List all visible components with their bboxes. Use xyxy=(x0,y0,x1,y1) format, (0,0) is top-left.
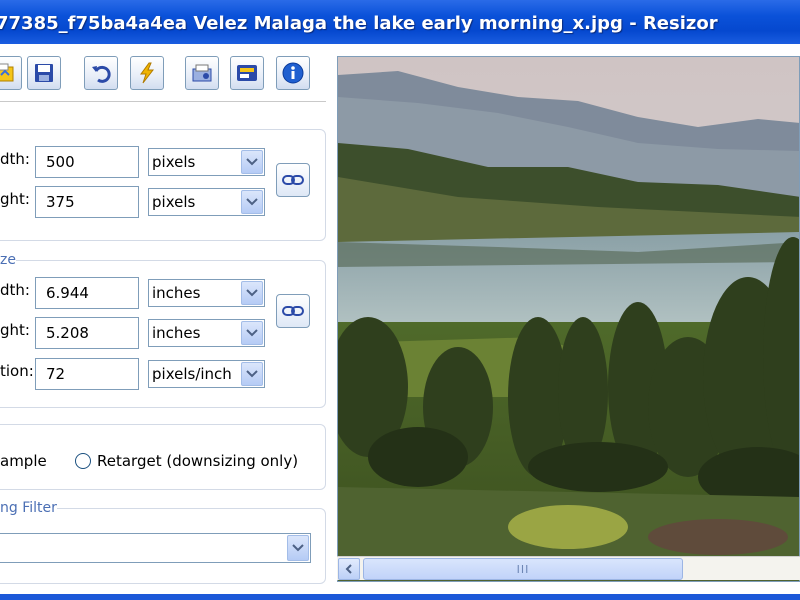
client-area: dth: 500 pixels ght: 375 pixels ze dth: … xyxy=(0,44,800,594)
doc-width-label: dth: xyxy=(0,281,30,299)
chevron-down-icon[interactable] xyxy=(241,281,263,305)
window-bottom-border xyxy=(0,594,800,600)
retarget-option-label[interactable]: Retarget (downsizing only) xyxy=(97,452,298,470)
settings-icon xyxy=(237,65,257,81)
save-icon xyxy=(35,64,53,82)
left-panel: dth: 500 pixels ght: 375 pixels ze dth: … xyxy=(0,44,335,594)
chevron-down-icon[interactable] xyxy=(241,362,263,386)
chain-link-icon xyxy=(282,175,304,185)
window-title: 77385_f75ba4a4ea Velez Malaga the lake e… xyxy=(0,13,718,34)
doc-width-unit-value: inches xyxy=(152,284,201,302)
resolution-input[interactable]: 72 xyxy=(35,358,139,390)
doc-height-unit-select[interactable]: inches xyxy=(148,319,265,347)
resolution-label: tion: xyxy=(0,362,34,380)
lightning-icon xyxy=(140,62,155,84)
doc-height-label: ght: xyxy=(0,321,30,339)
scroll-left-button[interactable] xyxy=(338,558,360,580)
title-bar: 77385_f75ba4a4ea Velez Malaga the lake e… xyxy=(0,0,800,44)
chevron-down-icon[interactable] xyxy=(287,535,309,561)
filter-select[interactable] xyxy=(0,533,311,563)
scrollbar-grip: III xyxy=(516,562,530,576)
pixel-height-label: ght: xyxy=(0,190,30,208)
document-size-title: ze xyxy=(0,252,16,268)
batch-icon xyxy=(192,64,212,82)
pixel-width-unit-value: pixels xyxy=(152,153,196,171)
retarget-radio[interactable] xyxy=(75,453,91,469)
pixel-height-input[interactable]: 375 xyxy=(35,186,139,218)
chevron-down-icon[interactable] xyxy=(241,190,263,214)
resolution-unit-value: pixels/inch xyxy=(152,365,232,383)
lake-photo xyxy=(338,57,799,581)
horizontal-scrollbar[interactable]: III xyxy=(337,556,800,580)
resample-option-label[interactable]: ample xyxy=(0,452,47,470)
undo-icon xyxy=(92,65,111,83)
open-icon xyxy=(0,63,14,82)
save-button[interactable] xyxy=(27,56,61,90)
chevron-left-icon xyxy=(345,564,352,574)
pixel-height-unit-select[interactable]: pixels xyxy=(148,188,265,216)
scrollbar-thumb[interactable]: III xyxy=(363,558,683,580)
open-button[interactable] xyxy=(0,56,22,90)
chain-link-icon xyxy=(282,306,304,316)
pixel-width-label: dth: xyxy=(0,150,30,168)
settings-button[interactable] xyxy=(230,56,264,90)
constrain-pixel-proportions-button[interactable] xyxy=(276,163,310,197)
pixel-width-unit-select[interactable]: pixels xyxy=(148,148,265,176)
filter-title: ng Filter xyxy=(0,500,57,516)
doc-width-input[interactable]: 6.944 xyxy=(35,277,139,309)
info-icon xyxy=(282,62,304,84)
quick-resize-button[interactable] xyxy=(130,56,164,90)
toolbar-separator xyxy=(0,101,326,102)
pixel-width-input[interactable]: 500 xyxy=(35,146,139,178)
chevron-down-icon[interactable] xyxy=(241,321,263,345)
doc-height-input[interactable]: 5.208 xyxy=(35,317,139,349)
resolution-unit-select[interactable]: pixels/inch xyxy=(148,360,265,388)
batch-button[interactable] xyxy=(185,56,219,90)
doc-height-unit-value: inches xyxy=(152,324,201,342)
doc-width-unit-select[interactable]: inches xyxy=(148,279,265,307)
pixel-height-unit-value: pixels xyxy=(152,193,196,211)
undo-button[interactable] xyxy=(84,56,118,90)
constrain-document-proportions-button[interactable] xyxy=(276,294,310,328)
image-preview[interactable] xyxy=(337,56,800,582)
chevron-down-icon[interactable] xyxy=(241,150,263,174)
info-button[interactable] xyxy=(276,56,310,90)
